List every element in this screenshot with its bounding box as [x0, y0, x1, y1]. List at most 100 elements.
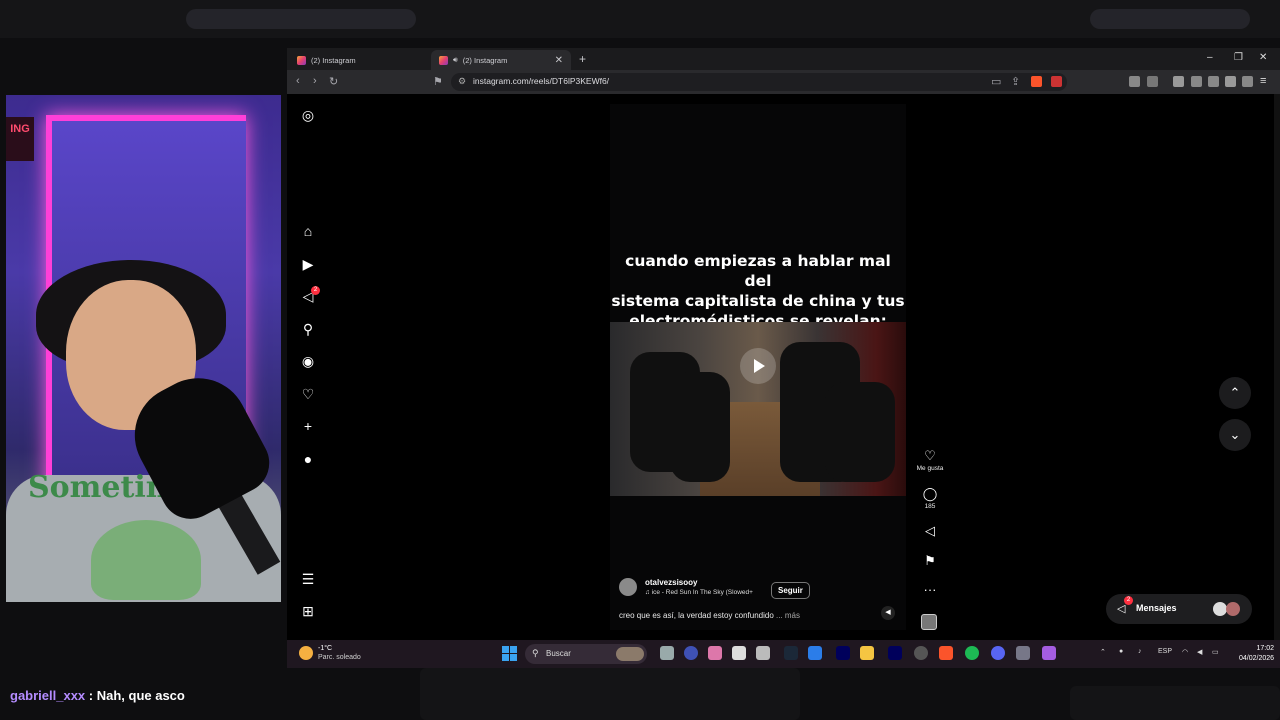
song-title[interactable]: ice - Red Sun In The Sky (Slowed+ — [652, 589, 753, 596]
menu-icon[interactable]: ≡ — [1260, 75, 1266, 87]
more-options-button[interactable]: ··· — [915, 583, 945, 597]
browser-window: (2) Instagram 🔊︎ (2) Instagram ✕ + – ❐ ✕… — [287, 48, 1280, 640]
microphone-icon[interactable]: ♪ — [1138, 648, 1142, 655]
author-avatar[interactable] — [619, 578, 637, 596]
next-reel-button[interactable]: ⌄ — [1219, 419, 1251, 451]
play-icon[interactable] — [740, 348, 776, 384]
reel-audio-label[interactable]: ♫ ice - Red Sun In The Sky (Slowed+ — [645, 589, 765, 596]
brave-icon[interactable] — [939, 646, 953, 660]
ellipsis-icon[interactable]: ··· — [915, 583, 945, 597]
file-explorer-icon[interactable] — [860, 646, 874, 660]
url-text[interactable]: instagram.com/reels/DT6lP3KEWf6/ — [473, 76, 609, 86]
app-icon[interactable] — [684, 646, 698, 660]
tab-bar: (2) Instagram 🔊︎ (2) Instagram ✕ + – ❐ ✕ — [287, 48, 1280, 70]
system-clock[interactable]: 17:02 04/02/2026 — [1239, 644, 1274, 664]
reels-icon[interactable]: ▶ — [299, 255, 317, 273]
battery-icon[interactable]: ▭ — [1212, 648, 1219, 656]
app-icon[interactable] — [756, 646, 770, 660]
wallet-alt-icon[interactable] — [1208, 76, 1219, 87]
comments-button[interactable]: ◯ 185 — [915, 487, 945, 511]
page-scrollbar[interactable] — [1274, 94, 1280, 640]
menu-icon[interactable]: ☰ — [299, 570, 317, 588]
send-icon[interactable]: ◁ — [915, 524, 945, 538]
close-window-button[interactable]: ✕ — [1259, 52, 1267, 63]
reel-player[interactable]: cuando empiezas a hablar mal del sistema… — [610, 104, 906, 630]
follow-button[interactable]: Seguir — [771, 582, 810, 599]
cast-icon[interactable]: ▭ — [991, 75, 1001, 88]
reload-icon[interactable]: ↻ — [329, 75, 338, 88]
reel-overlay-line-2: sistema capitalista de china y tus — [611, 292, 905, 310]
volume-icon[interactable]: ◀ — [1197, 648, 1202, 656]
chat-separator: : — [85, 688, 97, 703]
steam-icon[interactable] — [784, 646, 798, 660]
settings-icon[interactable] — [1016, 646, 1030, 660]
more-apps-icon[interactable]: ⊞ — [299, 602, 317, 620]
language-indicator[interactable]: ESP — [1158, 648, 1172, 655]
tab-title: (2) Instagram — [462, 55, 508, 65]
tab-instagram-2[interactable]: 🔊︎ (2) Instagram ✕ — [431, 50, 571, 70]
reel-author[interactable]: otalvezsisooy ♫ ice - Red Sun In The Sky… — [619, 578, 753, 596]
vpn-icon[interactable] — [1242, 76, 1253, 87]
reel-video-frame[interactable] — [610, 322, 906, 496]
windows-start-icon[interactable] — [502, 646, 518, 662]
like-button[interactable]: ♡ Me gusta — [915, 449, 945, 473]
messages-button[interactable]: ◁ 2 Mensajes — [1106, 594, 1252, 624]
app-icon[interactable] — [808, 646, 822, 660]
previous-reel-button[interactable]: ⌃ — [1219, 377, 1251, 409]
home-icon[interactable]: ⌂ — [299, 222, 317, 240]
spotify-icon[interactable] — [965, 646, 979, 660]
video-robot — [670, 372, 730, 482]
share-button[interactable]: ◁ — [915, 524, 945, 538]
task-view-icon[interactable] — [660, 646, 674, 660]
app-icon[interactable] — [1042, 646, 1056, 660]
brave-rewards-icon[interactable] — [1051, 76, 1062, 87]
heart-icon[interactable]: ♡ — [915, 449, 945, 463]
sidebar-icon[interactable] — [1191, 76, 1202, 87]
tab-close-icon[interactable]: ✕ — [555, 55, 563, 66]
create-icon[interactable]: + — [299, 417, 317, 435]
restore-button[interactable]: ❐ — [1234, 52, 1243, 63]
wallet-icon[interactable] — [1147, 76, 1158, 87]
forward-icon[interactable]: › — [313, 75, 317, 87]
taskbar-search[interactable]: ⚲ Buscar — [525, 644, 647, 664]
profile-icon[interactable]: ● — [299, 450, 317, 468]
tray-app-icon[interactable]: ● — [1119, 648, 1123, 655]
back-icon[interactable]: ‹ — [296, 75, 300, 87]
stream-chat-message: gabriell_xxx : Nah, que asco — [10, 688, 185, 703]
share-icon[interactable]: ⇪ — [1011, 75, 1020, 88]
after-effects-icon[interactable] — [836, 646, 850, 660]
address-bar[interactable]: ⚙ instagram.com/reels/DT6lP3KEWf6/ ▭ ⇪ — [451, 73, 1067, 91]
new-tab-button[interactable]: + — [579, 52, 586, 66]
audio-thumbnail[interactable] — [921, 614, 937, 630]
instagram-logo-icon[interactable]: ◎ — [299, 106, 317, 124]
search-icon[interactable]: ⚲ — [299, 320, 317, 338]
more-link[interactable]: ... más — [776, 611, 800, 620]
speaker-icon[interactable]: 🔊︎ — [453, 55, 458, 65]
bookmark-icon[interactable]: ⚑ — [433, 75, 443, 88]
save-button[interactable]: ⚑ — [915, 554, 945, 568]
comment-icon[interactable]: ◯ — [915, 487, 945, 501]
tab-instagram-1[interactable]: (2) Instagram — [289, 50, 429, 70]
settings-app-icon[interactable] — [708, 646, 722, 660]
discord-icon[interactable] — [991, 646, 1005, 660]
bookmark-icon[interactable]: ⚑ — [915, 554, 945, 568]
weather-widget[interactable]: -1°C Parc. soleado — [299, 644, 361, 662]
direct-badge: 2 — [311, 286, 320, 295]
webcam-neon-sign: ING — [6, 117, 34, 161]
author-username[interactable]: otalvezsisooy — [645, 578, 697, 587]
notion-icon[interactable] — [732, 646, 746, 660]
brave-shield-icon[interactable] — [1031, 76, 1042, 87]
wifi-icon[interactable]: ◠ — [1182, 648, 1188, 656]
volume-icon[interactable]: ◀ — [881, 606, 895, 620]
explore-icon[interactable]: ◉ — [299, 352, 317, 370]
minimize-button[interactable]: – — [1207, 52, 1213, 63]
media-icon[interactable] — [1173, 76, 1184, 87]
site-info-icon[interactable]: ⚙ — [458, 76, 466, 87]
obs-icon[interactable] — [914, 646, 928, 660]
leo-ai-icon[interactable] — [1225, 76, 1236, 87]
tray-overflow-icon[interactable]: ⌃ — [1100, 648, 1106, 656]
background-url-blur — [186, 9, 416, 29]
extensions-icon[interactable] — [1129, 76, 1140, 87]
premiere-icon[interactable] — [888, 646, 902, 660]
heart-icon[interactable]: ♡ — [299, 385, 317, 403]
